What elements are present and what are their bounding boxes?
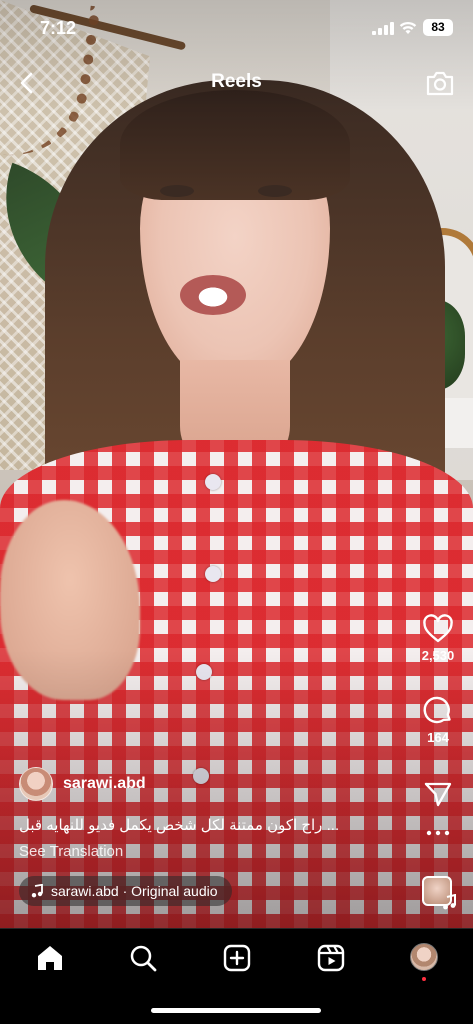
- create-post-icon[interactable]: [222, 943, 252, 973]
- reels-icon[interactable]: [316, 943, 346, 973]
- audio-label: sarawi.abd · Original audio: [51, 883, 218, 899]
- avatar[interactable]: [19, 767, 53, 801]
- like-count: 2,530: [421, 648, 455, 663]
- home-icon[interactable]: [35, 943, 65, 973]
- page-title: Reels: [211, 71, 262, 92]
- profile-avatar-tab[interactable]: [410, 943, 438, 971]
- reels-screen: 7:12 83 Reels 2,530 164 sarawi.abd راح ا…: [0, 0, 473, 1024]
- status-time: 7:12: [40, 18, 77, 38]
- status-bar: 7:12 83: [0, 0, 473, 56]
- heart-icon[interactable]: [422, 614, 454, 644]
- music-note-icon: [31, 884, 43, 898]
- camera-icon[interactable]: [425, 69, 455, 97]
- post-author[interactable]: sarawi.abd: [19, 767, 146, 801]
- search-icon[interactable]: [128, 943, 158, 973]
- comment-bubble-icon[interactable]: [422, 694, 454, 726]
- battery-indicator: 83: [423, 19, 453, 36]
- see-translation-link[interactable]: See Translation: [19, 843, 123, 860]
- wifi-icon: [399, 21, 417, 34]
- comment-count: 164: [427, 730, 449, 745]
- like-action[interactable]: 2,530: [411, 614, 465, 663]
- post-caption[interactable]: راح اكون ممتنة لكل شخص يكمل فديو للنهايه…: [19, 816, 399, 836]
- comment-action[interactable]: 164: [411, 694, 465, 745]
- music-note-icon: [443, 894, 456, 910]
- cellular-signal-icon: [372, 22, 394, 35]
- username[interactable]: sarawi.abd: [63, 775, 146, 793]
- original-audio-pill[interactable]: sarawi.abd · Original audio: [19, 876, 232, 906]
- more-options[interactable]: [411, 830, 465, 836]
- share-action[interactable]: [411, 780, 465, 808]
- home-indicator[interactable]: [151, 1008, 321, 1013]
- ellipsis-icon[interactable]: [426, 830, 450, 836]
- notification-dot: [422, 977, 426, 981]
- paper-plane-icon[interactable]: [423, 780, 453, 808]
